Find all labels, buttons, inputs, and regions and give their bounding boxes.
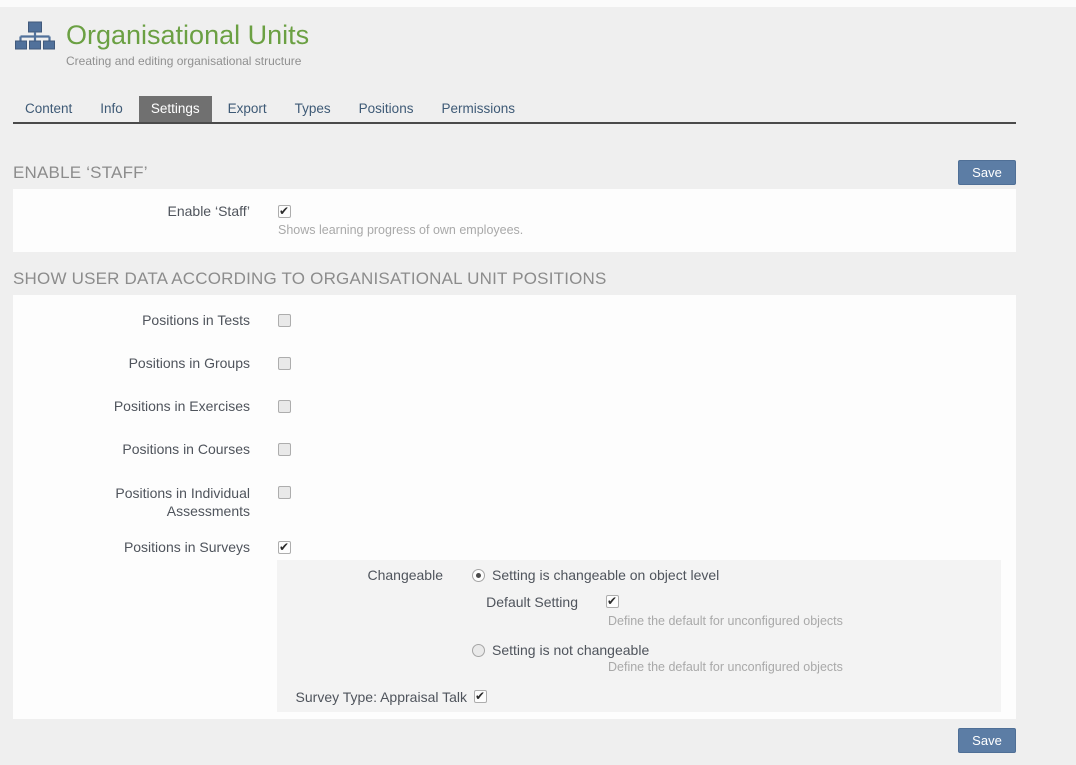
enable-staff-form-panel: Enable ‘Staff’ Shows learning progress o… <box>13 189 1016 252</box>
positions-surveys-label: Positions in Surveys <box>13 539 250 556</box>
tab-export[interactable]: Export <box>216 96 279 122</box>
enable-staff-description: Shows learning progress of own employees… <box>278 223 523 238</box>
bottom-save-row: Save <box>13 728 1016 753</box>
main-content: ENABLE ‘STAFF’ Save Enable ‘Staff’ Shows… <box>13 160 1016 753</box>
setting-not-changeable-radio[interactable] <box>472 644 485 657</box>
enable-staff-label: Enable ‘Staff’ <box>13 203 250 220</box>
positions-individual-assessments-label: Positions in Individual Assessments <box>13 484 250 520</box>
positions-exercises-row: Positions in Exercises <box>13 398 1016 415</box>
positions-exercises-checkbox[interactable] <box>278 400 291 413</box>
tab-settings[interactable]: Settings <box>139 96 212 122</box>
setting-changeable-radio[interactable] <box>472 569 485 582</box>
save-button-top[interactable]: Save <box>958 160 1016 185</box>
positions-groups-row: Positions in Groups <box>13 355 1016 372</box>
page-title: Organisational Units <box>66 20 309 50</box>
save-button-bottom[interactable]: Save <box>958 728 1016 753</box>
tab-types[interactable]: Types <box>283 96 343 122</box>
positions-courses-checkbox[interactable] <box>278 443 291 456</box>
section-head-positions: SHOW USER DATA ACCORDING TO ORGANISATION… <box>13 266 1016 291</box>
default-setting-checkbox[interactable] <box>606 595 619 608</box>
positions-courses-label: Positions in Courses <box>13 441 250 458</box>
tab-bar: Content Info Settings Export Types Posit… <box>13 96 1016 124</box>
org-chart-icon <box>15 20 55 56</box>
surveys-subform-panel: Changeable Setting is changeable on obje… <box>277 560 1001 712</box>
default-setting-description: Define the default for unconfigured obje… <box>608 614 1001 629</box>
top-strip <box>0 0 1076 7</box>
positions-individual-assessments-row: Positions in Individual Assessments <box>13 484 1016 520</box>
positions-individual-assessments-checkbox[interactable] <box>278 486 291 499</box>
enable-staff-row: Enable ‘Staff’ Shows learning progress o… <box>13 203 1016 238</box>
tab-positions[interactable]: Positions <box>347 96 426 122</box>
not-changeable-option-row: Setting is not changeable <box>472 642 1001 659</box>
tab-content[interactable]: Content <box>13 96 84 122</box>
positions-tests-checkbox[interactable] <box>278 314 291 327</box>
positions-tests-label: Positions in Tests <box>13 312 250 329</box>
survey-type-checkbox[interactable] <box>474 690 487 703</box>
enable-staff-checkbox[interactable] <box>278 205 291 218</box>
changeable-option-row: Setting is changeable on object level <box>472 567 719 584</box>
page-header: Organisational Units Creating and editin… <box>0 7 1076 69</box>
default-setting-row: Default Setting <box>277 594 1001 611</box>
positions-exercises-label: Positions in Exercises <box>13 398 250 415</box>
not-changeable-description: Define the default for unconfigured obje… <box>608 660 1001 675</box>
changeable-label: Changeable <box>277 567 443 584</box>
section-head-enable-staff: ENABLE ‘STAFF’ Save <box>13 160 1016 185</box>
positions-groups-label: Positions in Groups <box>13 355 250 372</box>
section-title-positions: SHOW USER DATA ACCORDING TO ORGANISATION… <box>13 269 607 289</box>
survey-type-label: Survey Type: Appraisal Talk <box>277 689 467 706</box>
positions-courses-row: Positions in Courses <box>13 441 1016 458</box>
setting-not-changeable-label: Setting is not changeable <box>492 642 649 659</box>
positions-form-panel: Positions in Tests Positions in Groups P… <box>13 295 1016 719</box>
positions-surveys-row: Positions in Surveys <box>13 539 1016 556</box>
tab-info[interactable]: Info <box>88 96 135 122</box>
page-subtitle: Creating and editing organisational stru… <box>66 54 309 69</box>
changeable-row: Changeable Setting is changeable on obje… <box>277 567 1001 584</box>
positions-tests-row: Positions in Tests <box>13 312 1016 329</box>
setting-changeable-label: Setting is changeable on object level <box>492 567 719 584</box>
tab-permissions[interactable]: Permissions <box>429 96 527 122</box>
survey-type-row: Survey Type: Appraisal Talk <box>277 689 1001 706</box>
positions-groups-checkbox[interactable] <box>278 357 291 370</box>
positions-surveys-checkbox[interactable] <box>278 541 291 554</box>
section-title-enable-staff: ENABLE ‘STAFF’ <box>13 163 148 183</box>
default-setting-label: Default Setting <box>277 594 578 611</box>
